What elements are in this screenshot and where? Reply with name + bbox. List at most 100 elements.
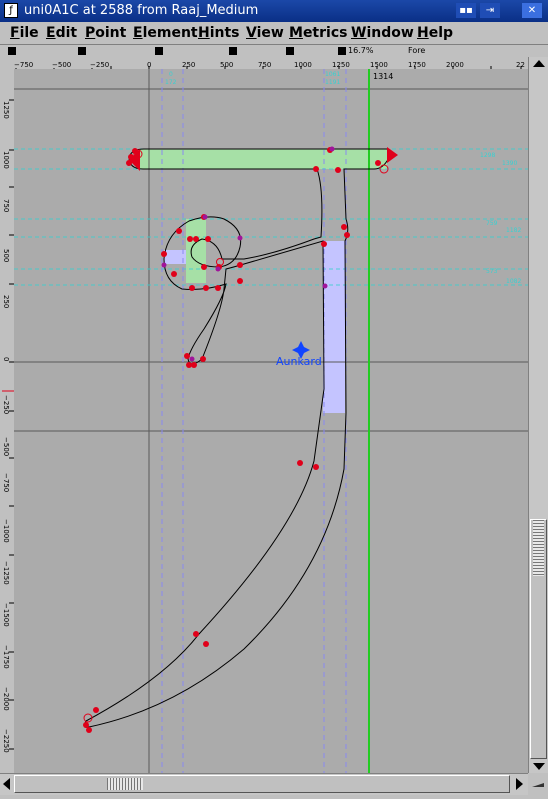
curve-control-point[interactable] [202,214,208,220]
y-tick: −500 [2,437,10,456]
control-point[interactable] [200,356,206,362]
y-tick: −2000 [2,687,10,711]
control-point[interactable] [161,251,167,257]
scroll-right-arrow-icon[interactable] [516,778,523,790]
glyph-canvas-svg[interactable]: 0 172 1061 1191 1298 1390 759 1182 573 1… [14,69,528,773]
iconify-button[interactable]: ▪▪ [456,3,476,18]
menu-hints[interactable]: Hints [198,25,240,42]
anchor-point[interactable]: Aunkard [276,341,322,368]
hint-label: 1298 [480,152,495,159]
control-point[interactable] [203,285,209,291]
glyph-canvas[interactable]: 0 172 1061 1191 1298 1390 759 1182 573 1… [14,69,528,773]
vertical-scroll-thumb[interactable] [530,519,547,759]
y-tick: 1000 [2,151,10,169]
layer-toggle[interactable] [155,47,163,55]
control-point[interactable] [205,236,211,242]
control-point[interactable] [237,278,243,284]
control-point[interactable] [203,641,209,647]
layer-toggle[interactable] [286,47,294,55]
title-bar[interactable]: ƒ uni0A1C at 2588 from Raaj_Medium ▪▪ ⇥ … [0,0,548,22]
x-tick: 500 [220,61,233,69]
curve-control-point[interactable] [322,283,328,289]
control-point[interactable] [341,224,347,230]
menu-point[interactable]: Point [85,25,126,42]
control-point[interactable] [375,160,381,166]
advance-width-label: 1314 [373,72,393,81]
scroll-down-arrow-icon[interactable] [533,763,545,770]
menu-file[interactable]: File [10,25,39,42]
control-point[interactable] [171,271,177,277]
menu-metrics[interactable]: Metrics [289,25,347,42]
scroll-up-arrow-icon[interactable] [533,60,545,67]
x-tick: 750 [258,61,271,69]
resize-corner[interactable] [528,773,548,795]
menu-element[interactable]: Element [133,25,198,42]
scroll-left-arrow-icon[interactable] [3,778,10,790]
layer-toggle[interactable] [8,47,16,55]
curve-control-point[interactable] [329,146,335,152]
control-point[interactable] [297,460,303,466]
resize-grip-icon[interactable] [532,783,544,787]
control-point[interactable] [86,727,92,733]
horizontal-scrollbar[interactable] [0,773,528,795]
curve-control-point[interactable] [215,266,221,272]
layer-toggle[interactable] [78,47,86,55]
control-point[interactable] [193,631,199,637]
x-tick: 1750 [408,61,426,69]
y-tick: 750 [2,199,10,212]
control-point[interactable] [176,228,182,234]
x-tick: 22 [516,61,525,69]
scroll-grip [107,778,143,790]
hint-label: 1082 [506,278,521,285]
vertical-ruler-svg: 1250 1000 750 500 250 0 −250 −500 −750 −… [2,99,14,753]
control-point[interactable] [93,707,99,713]
y-tick: 1250 [2,101,10,119]
y-tick: −1250 [2,561,10,585]
layer-bar: 16.7% Fore [0,45,548,57]
y-tick: 250 [2,295,10,308]
vertical-ruler: 1250 1000 750 500 250 0 −250 −500 −750 −… [0,69,15,773]
curve-control-point[interactable] [237,235,243,241]
menu-help[interactable]: Help [417,25,453,42]
control-point[interactable] [193,236,199,242]
menu-view[interactable]: View [246,25,284,42]
horizontal-scroll-thumb[interactable] [14,775,510,793]
layer-toggle[interactable] [229,47,237,55]
layer-toggle[interactable] [338,47,346,55]
control-point[interactable] [237,262,243,268]
maximize-button[interactable]: ⇥ [480,3,500,18]
control-point[interactable] [313,464,319,470]
control-point[interactable] [184,353,190,359]
x-tick: −250 [90,61,109,69]
menu-bar: File Edit Point Element Hints View Metri… [0,22,548,45]
curve-control-point[interactable] [189,356,195,362]
scroll-grip [533,520,544,576]
control-point[interactable] [313,166,319,172]
vertical-scrollbar[interactable] [528,57,548,773]
menu-edit[interactable]: Edit [46,25,77,42]
hint-label: 1191 [325,79,340,86]
anchor-label: Aunkard [276,355,322,368]
hint-label: 573 [486,268,498,275]
x-tick: 1500 [370,61,388,69]
control-point[interactable] [344,232,350,238]
control-point[interactable] [321,241,327,247]
x-tick: 1000 [294,61,312,69]
menu-window[interactable]: Window [351,25,414,42]
y-tick: 500 [2,249,10,262]
control-point[interactable] [191,362,197,368]
control-point[interactable] [215,285,221,291]
control-point[interactable] [201,264,207,270]
x-tick: −500 [52,61,71,69]
control-point[interactable] [187,236,193,242]
close-button[interactable]: ✕ [522,3,542,18]
control-point[interactable] [189,285,195,291]
y-tick: −1000 [2,519,10,543]
font-glyph-icon[interactable]: ƒ [4,3,18,18]
y-tick: −1750 [2,645,10,669]
hint-label: 1061 [325,71,340,78]
y-tick: −1500 [2,603,10,627]
control-point[interactable] [83,722,89,728]
control-point[interactable] [335,167,341,173]
curve-control-point[interactable] [161,262,167,268]
